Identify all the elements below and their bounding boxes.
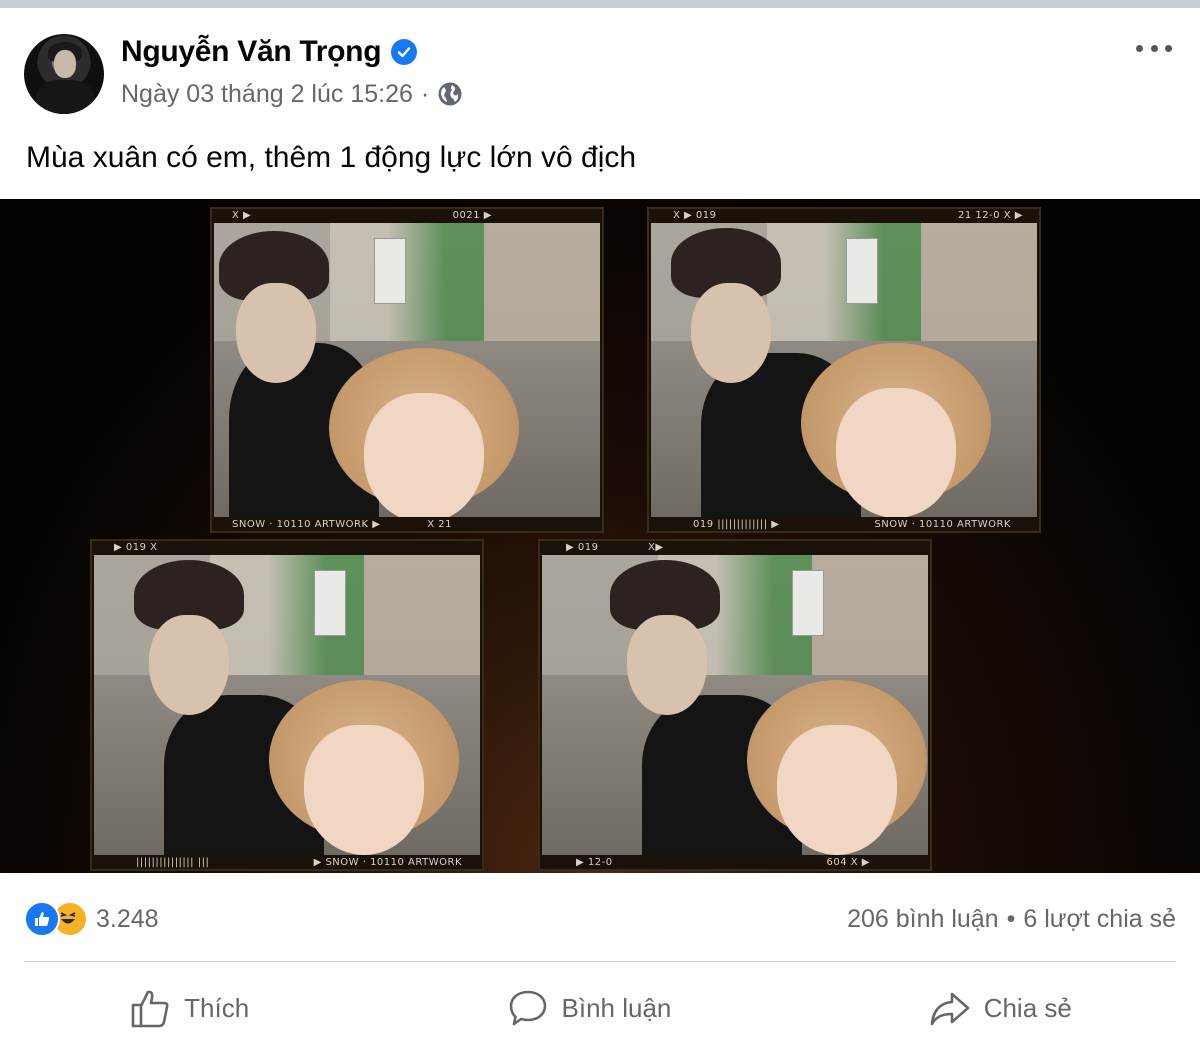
frame-caption: SNOW · 10110 ARTWORK xyxy=(874,519,1011,530)
post-timestamp[interactable]: Ngày 03 tháng 2 lúc 15:26 xyxy=(121,80,413,109)
frame-caption: X 21 xyxy=(427,519,452,530)
post-card: Nguyễn Văn Trọng Ngày 03 tháng 2 lúc 15:… xyxy=(0,8,1200,1045)
frame-caption: ▶ 019 X xyxy=(114,542,158,553)
selfie-photo xyxy=(94,555,480,855)
frame-caption: ▶ SNOW · 10110 ARTWORK xyxy=(313,857,462,868)
thumbs-up-icon xyxy=(131,990,169,1028)
photo-frame: ▶ 019 X▶ ▶ 12-0 604 X ▶ xyxy=(538,539,932,871)
photo-frame: X ▶ 019 21 12-0 X ▶ 019 ||||||||||||| ▶ … xyxy=(647,207,1041,533)
top-strip xyxy=(0,0,1200,8)
comment-label: Bình luận xyxy=(561,992,672,1023)
selfie-photo xyxy=(542,555,928,855)
meta-separator: · xyxy=(420,79,430,108)
author-avatar[interactable] xyxy=(24,34,104,114)
reaction-count: 3.248 xyxy=(96,904,159,933)
comment-button[interactable]: Bình luận xyxy=(506,986,672,1030)
photo-frame: ▶ 019 X ||||||||||||||| ||| ▶ SNOW · 101… xyxy=(90,539,484,871)
share-icon xyxy=(930,992,969,1026)
stats-dot: • xyxy=(1006,904,1016,933)
frame-caption: 0021 ▶ xyxy=(452,210,492,221)
post-image[interactable]: X ▶ 0021 ▶ SNOW · 10110 ARTWORK ▶ X 21 X… xyxy=(0,199,1200,873)
frame-caption: 019 ||||||||||||| ▶ xyxy=(693,519,780,530)
frame-caption: 604 X ▶ xyxy=(826,857,870,868)
share-label: Chia sẻ xyxy=(983,992,1072,1023)
reaction-summary[interactable]: 3.248 xyxy=(24,901,159,937)
comment-count[interactable]: 206 bình luận xyxy=(847,905,999,934)
frame-caption: ||||||||||||||| ||| xyxy=(136,857,210,868)
share-button[interactable]: Chia sẻ xyxy=(928,986,1072,1030)
action-bar: Thích Bình luận Chia sẻ xyxy=(0,980,1200,1036)
author-name[interactable]: Nguyễn Văn Trọng xyxy=(121,35,382,69)
divider xyxy=(24,961,1176,962)
frame-caption: ▶ 019 xyxy=(566,542,599,553)
like-button[interactable]: Thích xyxy=(128,986,249,1030)
frame-caption: SNOW · 10110 ARTWORK ▶ xyxy=(232,519,381,530)
frame-caption: X▶ xyxy=(648,542,664,553)
post-text: Mùa xuân có em, thêm 1 động lực lớn vô đ… xyxy=(26,141,637,174)
engagement-stats: 206 bình luận • 6 lượt chia sẻ xyxy=(847,901,1176,937)
post-meta: Ngày 03 tháng 2 lúc 15:26 · xyxy=(121,78,463,110)
more-options-icon[interactable] xyxy=(1136,38,1172,58)
verified-badge-icon xyxy=(391,39,418,65)
author-row: Nguyễn Văn Trọng xyxy=(121,34,418,70)
like-label: Thích xyxy=(184,992,250,1023)
frame-caption: ▶ 12-0 xyxy=(576,857,613,868)
frame-caption: X ▶ 019 xyxy=(673,210,717,221)
photo-frame: X ▶ 0021 ▶ SNOW · 10110 ARTWORK ▶ X 21 xyxy=(210,207,604,533)
comment-icon xyxy=(509,990,546,1026)
share-count[interactable]: 6 lượt chia sẻ xyxy=(1023,905,1176,934)
globe-icon xyxy=(438,82,462,106)
selfie-photo xyxy=(651,223,1037,517)
frame-caption: X ▶ xyxy=(232,210,252,221)
selfie-photo xyxy=(214,223,600,517)
frame-caption: 21 12-0 X ▶ xyxy=(958,210,1023,221)
like-icon xyxy=(24,901,60,937)
